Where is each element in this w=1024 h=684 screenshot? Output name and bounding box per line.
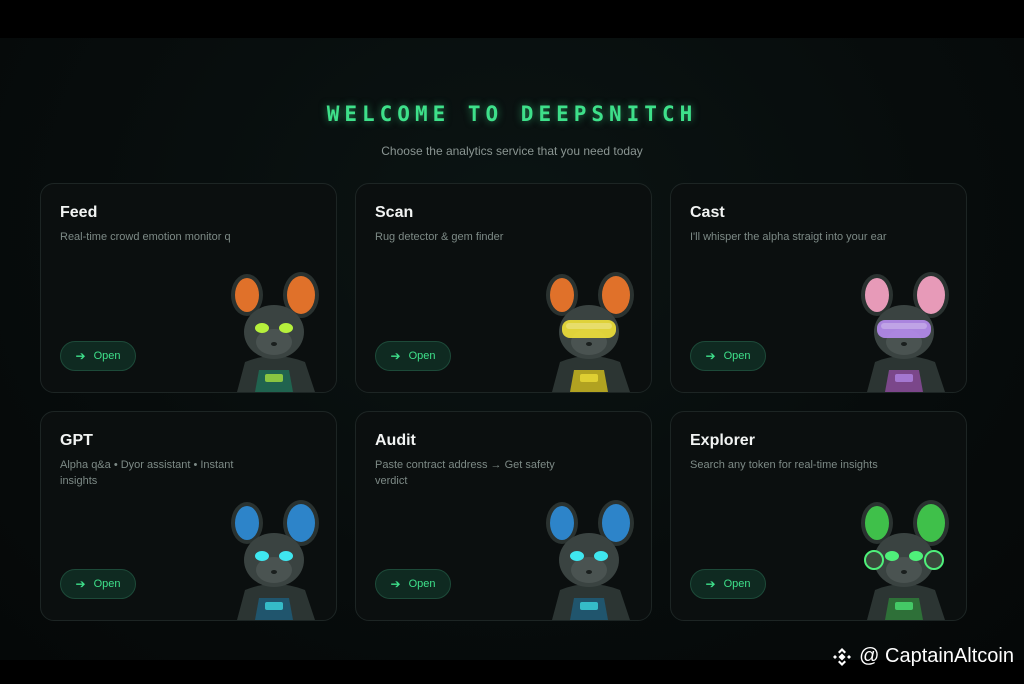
open-button-label: Open <box>408 578 436 590</box>
page-title: WELCOME TO DEEPSNITCH <box>326 102 698 126</box>
card-audit[interactable]: Audit Paste contract address → Get safet… <box>355 411 652 621</box>
card-title: Explorer <box>690 432 755 449</box>
mouse-mascot-icon <box>231 500 319 620</box>
card-title: Feed <box>60 204 98 221</box>
card-gpt[interactable]: GPT Alpha q&a • Dyor assistant • Instant… <box>40 411 337 621</box>
open-button-label: Open <box>93 578 121 590</box>
card-feed[interactable]: Feed Real-time crowd emotion monitor q ➔… <box>40 183 337 393</box>
arrow-right-icon: ➔ <box>390 577 401 591</box>
page-subtitle: Choose the analytics service that you ne… <box>381 144 643 158</box>
card-description: I'll whisper the alpha straigt into your… <box>690 231 887 243</box>
open-button-label: Open <box>93 350 121 362</box>
card-title: Audit <box>375 432 416 449</box>
open-button[interactable]: ➔ Open <box>60 569 136 599</box>
open-button[interactable]: ➔ Open <box>690 341 766 371</box>
mouse-mascot-icon <box>546 500 634 620</box>
card-description: Search any token for real-time insights <box>690 459 878 471</box>
card-title: Cast <box>690 204 725 221</box>
arrow-right-icon: ➔ <box>705 577 716 591</box>
open-button[interactable]: ➔ Open <box>60 341 136 371</box>
card-cast[interactable]: Cast I'll whisper the alpha straigt into… <box>670 183 967 393</box>
card-title: GPT <box>60 432 93 449</box>
binance-logo-icon <box>833 647 852 666</box>
open-button[interactable]: ➔ Open <box>375 569 451 599</box>
card-explorer[interactable]: Explorer Search any token for real-time … <box>670 411 967 621</box>
arrow-right-icon: ➔ <box>75 577 86 591</box>
watermark-text: @ CaptainAltcoin <box>859 645 1014 667</box>
card-description: Paste contract address → Get safety verd… <box>375 459 555 487</box>
open-button-label: Open <box>408 350 436 362</box>
mouse-mascot-icon <box>231 272 319 392</box>
mouse-mascot-icon <box>861 272 949 392</box>
open-button[interactable]: ➔ Open <box>375 341 451 371</box>
card-title: Scan <box>375 204 414 221</box>
open-button-label: Open <box>723 350 751 362</box>
arrow-right-icon: ➔ <box>390 349 401 363</box>
arrow-right-icon: ➔ <box>705 349 716 363</box>
mouse-mascot-icon <box>546 272 634 392</box>
mouse-mascot-icon <box>861 500 949 620</box>
watermark: @ CaptainAltcoin <box>831 645 1014 668</box>
arrow-right-icon: ➔ <box>75 349 86 363</box>
card-description: Alpha q&a • Dyor assistant • Instant ins… <box>60 459 234 487</box>
card-description: Real-time crowd emotion monitor q <box>60 231 231 243</box>
open-button[interactable]: ➔ Open <box>690 569 766 599</box>
open-button-label: Open <box>723 578 751 590</box>
card-scan[interactable]: Scan Rug detector & gem finder ➔ Open <box>355 183 652 393</box>
card-description: Rug detector & gem finder <box>375 231 504 243</box>
